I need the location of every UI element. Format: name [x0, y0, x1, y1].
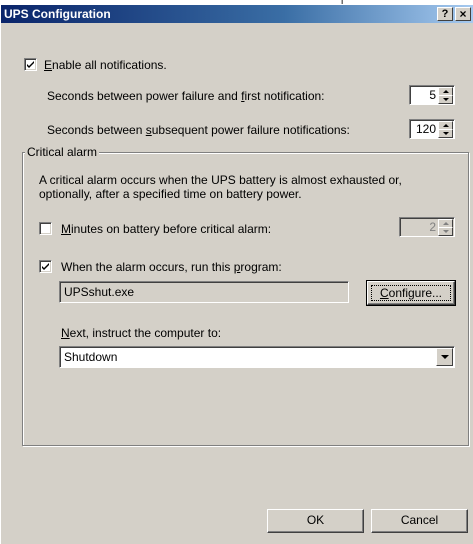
first-notification-label-a: Seconds between power failure and [47, 89, 242, 103]
first-notification-spinner[interactable]: 5 [409, 85, 455, 105]
minutes-on-battery-label[interactable]: Minutes on battery before critical alarm… [61, 222, 271, 236]
next-action-value: Shutdown [64, 350, 118, 364]
spin-down-icon[interactable] [438, 129, 453, 138]
critical-alarm-description-line1: A critical alarm occurs when the UPS bat… [39, 173, 402, 187]
enable-notifications-label[interactable]: Enable all notifications. [44, 58, 167, 72]
spin-down-icon[interactable] [438, 227, 453, 236]
subsequent-notification-value: 120 [415, 122, 436, 136]
first-notification-label-b: irst notification: [244, 89, 325, 103]
subsequent-notification-spinner[interactable]: 120 [409, 119, 455, 139]
minutes-on-battery-spinner[interactable]: 2 [399, 217, 455, 237]
subsequent-notification-spin-buttons[interactable] [438, 121, 453, 138]
close-button[interactable]: × [455, 7, 471, 21]
minutes-on-battery-checkbox[interactable] [39, 222, 52, 235]
run-program-label-a: When the alarm occurs, run this [61, 260, 234, 274]
run-program-label[interactable]: When the alarm occurs, run this program: [61, 260, 282, 274]
title-bar: UPS Configuration ? × [1, 5, 473, 23]
subsequent-notification-label-a: Seconds between [47, 123, 146, 137]
cancel-button-label: Cancel [400, 513, 439, 527]
configure-button[interactable]: Configure... [366, 280, 456, 306]
ups-configuration-dialog: UPS Configuration ? × Enable all notific… [0, 4, 473, 544]
window-title: UPS Configuration [4, 7, 111, 21]
minutes-on-battery-text: inutes on battery before critical alarm: [71, 222, 272, 236]
spin-down-icon[interactable] [438, 95, 453, 104]
help-button[interactable]: ? [437, 7, 453, 21]
checkmark-icon [42, 263, 49, 270]
chevron-down-icon[interactable] [436, 348, 453, 366]
next-instruct-label: Next, instruct the computer to: [61, 326, 221, 340]
checkmark-icon [27, 61, 34, 68]
enable-notifications-accel: E [44, 58, 53, 72]
next-instruct-accel: N [61, 326, 70, 340]
configure-button-label: Configure... [371, 285, 451, 301]
cancel-button[interactable]: Cancel [371, 509, 468, 533]
run-program-checkbox[interactable] [39, 260, 52, 273]
next-instruct-text: ext, instruct the computer to: [69, 326, 222, 340]
first-notification-spin-buttons[interactable] [438, 87, 453, 104]
first-notification-value: 5 [429, 88, 436, 102]
configure-text: onfigure... [388, 286, 443, 300]
minutes-on-battery-value: 2 [429, 220, 436, 234]
enable-notifications-checkbox[interactable] [24, 58, 37, 71]
critical-alarm-description-line2: optionally, after a specified time on ba… [39, 187, 302, 201]
first-notification-label: Seconds between power failure and first … [47, 89, 325, 103]
program-name-value: UPSshut.exe [64, 285, 135, 299]
minutes-on-battery-spin-buttons[interactable] [438, 219, 453, 236]
next-action-dropdown[interactable]: Shutdown [59, 346, 455, 368]
ok-button-label: OK [306, 513, 325, 527]
run-program-label-b: rogram: [240, 260, 282, 274]
program-name-field[interactable]: UPSshut.exe [59, 281, 349, 303]
enable-notifications-text: nable all notifications. [52, 58, 167, 72]
ok-button[interactable]: OK [267, 509, 364, 533]
configure-accel: C [379, 286, 389, 300]
subsequent-notification-label: Seconds between subsequent power failure… [47, 123, 350, 137]
critical-alarm-group-label: Critical alarm [25, 145, 100, 159]
subsequent-notification-label-b: ubsequent power failure notifications: [151, 123, 350, 137]
minutes-on-battery-accel: M [61, 222, 71, 236]
